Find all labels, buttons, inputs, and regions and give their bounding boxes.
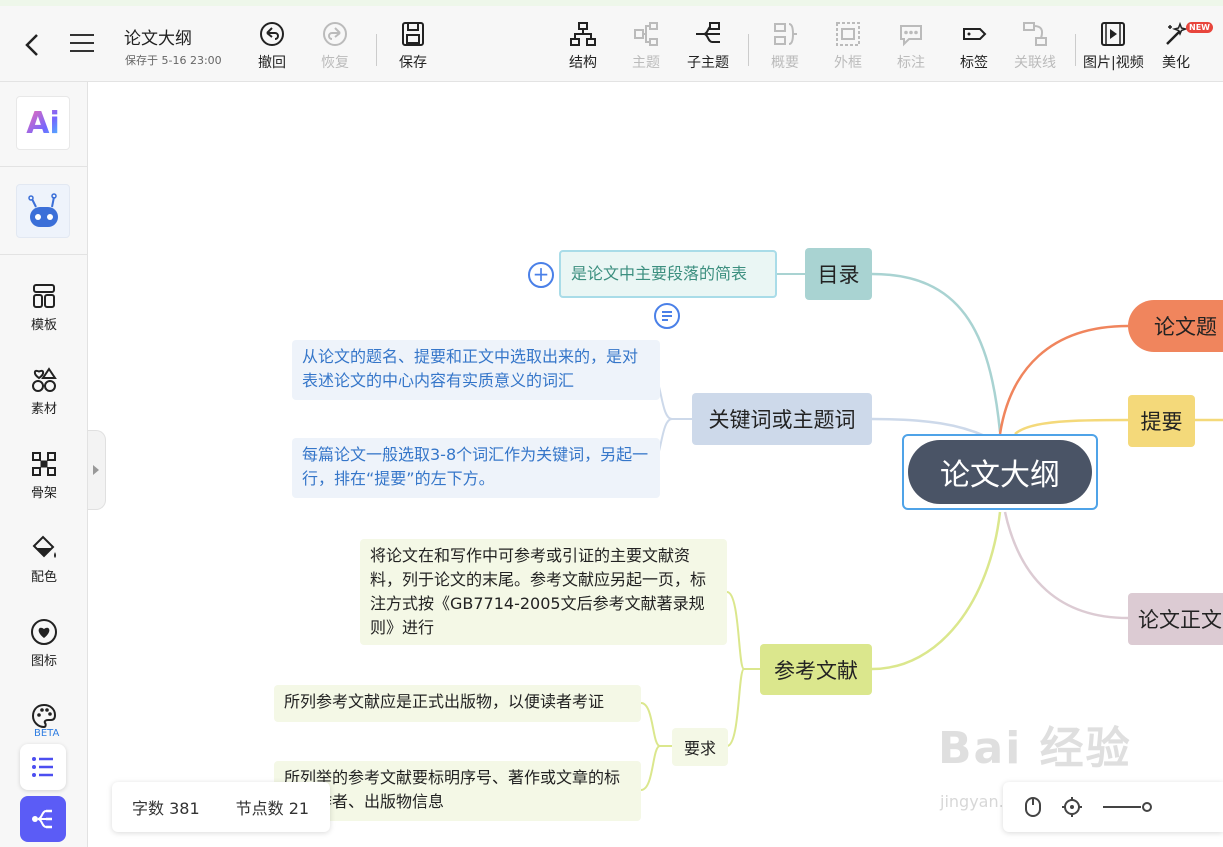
back-icon[interactable] xyxy=(20,32,46,58)
palette-icon xyxy=(31,703,57,729)
save-icon xyxy=(402,22,424,46)
structure-button[interactable]: 结构 xyxy=(569,20,597,72)
topic-references-desc[interactable]: 将论文在和写作中可参考或引证的主要文献资料，列于论文的末尾。参考文献应另起一页，… xyxy=(360,539,727,645)
add-node-icon[interactable]: + xyxy=(528,262,554,288)
summary-button[interactable]: 概要 xyxy=(771,20,799,72)
root-node[interactable]: 论文大纲 xyxy=(908,440,1092,504)
toolbar-divider xyxy=(748,34,749,66)
undo-icon xyxy=(260,22,284,46)
topic-keywords[interactable]: 关键词或主题词 xyxy=(692,393,872,445)
topic-abstract[interactable]: 提要 xyxy=(1128,395,1195,447)
topic-requirement[interactable]: 要求 xyxy=(672,728,728,766)
heart-icon xyxy=(31,619,57,645)
root-node-selection[interactable]: 论文大纲 xyxy=(902,434,1098,510)
sidebar-item-material[interactable]: 素材 xyxy=(0,366,88,417)
toolbar-divider xyxy=(1075,34,1076,66)
video-icon xyxy=(1101,22,1126,46)
redo-button[interactable]: 恢复 xyxy=(321,20,349,72)
tag-button[interactable]: 标签 xyxy=(960,20,988,72)
template-icon xyxy=(33,284,55,308)
zoom-slider[interactable] xyxy=(1101,796,1153,823)
watermark-logo: Bai 经验 xyxy=(938,723,1132,774)
topic-title[interactable]: 论文题 xyxy=(1128,300,1223,352)
word-count: 字数 381 xyxy=(132,799,200,818)
list-icon xyxy=(32,757,53,777)
robot-icon xyxy=(28,193,58,227)
summary-icon xyxy=(774,23,797,45)
frame-button[interactable]: 外框 xyxy=(834,20,862,72)
comment-icon xyxy=(900,25,922,47)
tag-icon xyxy=(963,28,987,40)
paint-bucket-icon xyxy=(32,535,56,558)
sidebar-divider xyxy=(0,254,88,255)
node-note-icon[interactable] xyxy=(654,303,680,329)
topic-icon xyxy=(634,22,658,46)
menu-icon[interactable] xyxy=(70,34,94,56)
topic-toc-desc[interactable]: 是论文中主要段落的简表 xyxy=(559,250,777,298)
topic-keywords-desc2[interactable]: 每篇论文一般选取3-8个词汇作为关键词，另起一行，排在“提要”的左下方。 xyxy=(292,438,660,498)
chevron-right-icon xyxy=(93,465,99,475)
ai-assistant-button[interactable]: Ai xyxy=(16,96,70,150)
subtopic-button[interactable]: 子主题 xyxy=(687,20,729,72)
redo-icon xyxy=(323,22,347,46)
zoom-controls xyxy=(1003,782,1223,832)
save-status: 保存于 5-16 23:00 xyxy=(125,54,222,67)
structure-icon xyxy=(570,22,596,46)
document-title[interactable]: 论文大纲 xyxy=(124,24,192,49)
topic-toc[interactable]: 目录 xyxy=(805,248,872,300)
ai-logo: Ai xyxy=(26,105,60,141)
new-badge: NEW xyxy=(1186,22,1213,33)
topic-button[interactable]: 主题 xyxy=(632,20,660,72)
top-toolbar: 论文大纲 保存于 5-16 23:00 撤回 恢复 保存 结构 主题 子主题 概… xyxy=(0,0,1223,82)
save-button[interactable]: 保存 xyxy=(399,20,427,72)
left-sidebar: Ai 模板 素材 骨架 配色 图标 BETA xyxy=(0,82,88,847)
topic-body[interactable]: 论文正文 xyxy=(1128,593,1223,645)
sidebar-item-icon[interactable]: 图标 xyxy=(0,618,88,669)
topic-keywords-desc1[interactable]: 从论文的题名、提要和正文中选取出来的，是对表述论文的中心内容有实质意义的词汇 xyxy=(292,340,660,400)
robot-assistant-button[interactable] xyxy=(16,184,70,238)
skeleton-icon xyxy=(32,452,56,476)
relation-line-button[interactable]: 关联线 xyxy=(1014,20,1056,72)
beta-label: BETA xyxy=(34,728,60,739)
sidebar-item-color[interactable]: 配色 xyxy=(0,534,88,585)
outline-view-button[interactable] xyxy=(20,744,66,790)
mouse-icon[interactable] xyxy=(1023,796,1043,823)
node-count: 节点数 21 xyxy=(235,799,310,818)
subtopic-icon xyxy=(696,22,720,43)
mindmap-view-button[interactable] xyxy=(20,796,66,842)
toolbar-divider xyxy=(376,34,377,66)
sidebar-item-template[interactable]: 模板 xyxy=(0,282,88,333)
relation-icon xyxy=(1023,22,1047,46)
shapes-icon xyxy=(32,367,57,392)
topic-requirement-1[interactable]: 所列参考文献应是正式出版物，以便读者考证 xyxy=(274,685,641,722)
annotation-button[interactable]: 标注 xyxy=(897,20,925,72)
sidebar-collapse-handle[interactable] xyxy=(88,430,106,510)
frame-icon xyxy=(836,22,860,46)
sidebar-item-skeleton[interactable]: 骨架 xyxy=(0,450,88,501)
status-panel: 字数 381 节点数 21 xyxy=(112,782,330,832)
locate-icon[interactable] xyxy=(1061,796,1083,823)
topic-references[interactable]: 参考文献 xyxy=(760,644,872,695)
mindmap-icon xyxy=(32,809,52,829)
sidebar-divider xyxy=(0,166,88,167)
undo-button[interactable]: 撤回 xyxy=(258,20,286,72)
media-button[interactable]: 图片|视频 xyxy=(1083,20,1144,72)
